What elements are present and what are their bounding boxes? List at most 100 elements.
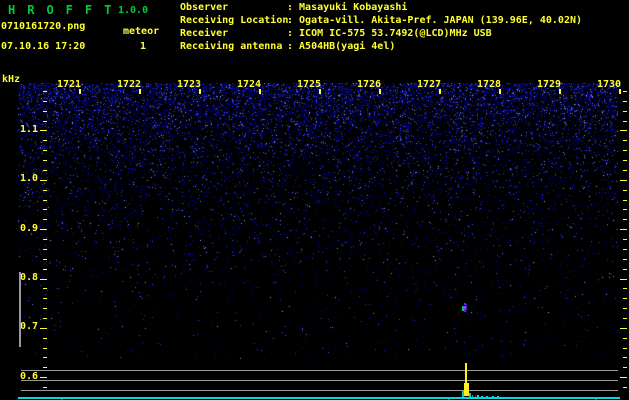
info-label: Receiving Location	[180, 15, 289, 26]
meteor-count: 1	[140, 41, 147, 52]
time-tick	[259, 89, 261, 94]
trace-bump	[486, 396, 488, 397]
freq-tick-right	[620, 130, 627, 131]
grid-line	[21, 380, 618, 381]
freq-tick	[43, 318, 47, 319]
time-label: 1728	[477, 79, 502, 90]
time-tick	[379, 89, 381, 94]
freq-tick	[43, 357, 47, 358]
info-row: Observer : Masayuki Kobayashi	[180, 3, 407, 13]
time-tick	[199, 89, 201, 94]
info-label: Observer	[180, 2, 229, 13]
freq-tick	[43, 121, 47, 122]
mode-label: meteor	[123, 26, 160, 37]
time-label: 1722	[117, 79, 142, 90]
freq-tick-right	[620, 279, 627, 280]
freq-tick-right	[623, 140, 627, 141]
freq-tick	[40, 328, 47, 329]
time-label: 1724	[237, 79, 262, 90]
freq-tick	[43, 288, 47, 289]
freq-tick-right	[623, 200, 627, 201]
freq-tick-right	[623, 209, 627, 210]
info-row: Receiver : ICOM IC-575 53.7492(@LCD)MHz U…	[180, 29, 492, 39]
freq-tick	[43, 348, 47, 349]
freq-label: 1.0	[19, 173, 38, 184]
signal-spike	[472, 395, 473, 397]
time-label: 1729	[537, 79, 562, 90]
freq-tick-right	[623, 91, 627, 92]
info-value: : ICOM IC-575 53.7492(@LCD)MHz USB	[287, 28, 492, 39]
time-label: 1727	[417, 79, 442, 90]
app-title: HROFFT	[8, 3, 124, 17]
freq-tick-right	[623, 298, 627, 299]
time-tick	[79, 89, 81, 94]
info-row: Receiving Location: Ogata-vill. Akita-Pr…	[180, 16, 582, 26]
freq-tick-right	[623, 288, 627, 289]
time-label: 1723	[177, 79, 202, 90]
signal-trace	[18, 397, 620, 399]
freq-tick-right	[623, 101, 627, 102]
time-tick	[559, 89, 561, 94]
info-row: Receiving antenna : A504HB(yagi 4el)	[180, 42, 395, 52]
freq-tick	[43, 101, 47, 102]
signal-spike	[462, 391, 464, 397]
freq-tick-right	[623, 357, 627, 358]
freq-tick	[43, 91, 47, 92]
hrofft-screen: HROFFT 1.0.0 0710161720.png meteor 07.10…	[0, 0, 629, 400]
datetime: 07.10.16 17:20	[1, 41, 86, 52]
freq-label: 0.9	[19, 223, 38, 234]
freq-tick-right	[623, 160, 627, 161]
freq-tick-right	[623, 170, 627, 171]
freq-tick-right	[623, 190, 627, 191]
freq-tick-right	[620, 377, 627, 378]
freq-tick-right	[623, 387, 627, 388]
grid-line	[21, 390, 618, 391]
scale-bar	[19, 272, 21, 347]
time-tick	[439, 89, 441, 94]
trace-bump	[497, 396, 499, 397]
freq-tick	[43, 269, 47, 270]
freq-tick-right	[623, 269, 627, 270]
freq-tick	[43, 308, 47, 309]
meteor-echo-pixel	[466, 310, 467, 312]
info-label: Receiving antenna	[180, 41, 283, 52]
time-tick	[499, 89, 501, 94]
freq-tick-right	[623, 111, 627, 112]
info-value: : A504HB(yagi 4el)	[287, 41, 396, 52]
freq-tick	[43, 150, 47, 151]
time-tick	[139, 89, 141, 94]
freq-tick	[40, 279, 47, 280]
grid-line	[21, 370, 618, 371]
freq-label: 1.1	[19, 124, 38, 135]
info-label: Receiver	[180, 28, 229, 39]
freq-tick	[43, 239, 47, 240]
trace-bump	[492, 396, 494, 397]
freq-tick-right	[623, 239, 627, 240]
freq-tick-right	[623, 308, 627, 309]
freq-tick	[43, 298, 47, 299]
time-label: 1726	[357, 79, 382, 90]
freq-tick-right	[620, 180, 627, 181]
time-tick	[619, 89, 621, 94]
filename: 0710161720.png	[1, 21, 86, 32]
freq-tick	[43, 249, 47, 250]
freq-tick-right	[620, 229, 627, 230]
signal-spike	[465, 363, 467, 383]
trace-bump	[477, 395, 479, 397]
trace-bump	[481, 396, 483, 397]
freq-tick	[43, 219, 47, 220]
freq-tick-right	[623, 348, 627, 349]
freq-tick-right	[623, 249, 627, 250]
info-value: : Masayuki Kobayashi	[287, 2, 408, 13]
freq-tick-right	[623, 150, 627, 151]
freq-tick	[43, 209, 47, 210]
time-label: 1725	[297, 79, 322, 90]
signal-spike	[475, 396, 476, 397]
info-value: : Ogata-vill. Akita-Pref. JAPAN (139.96E…	[287, 15, 583, 26]
freq-tick	[43, 111, 47, 112]
freq-tick	[43, 200, 47, 201]
freq-tick	[43, 140, 47, 141]
freq-tick	[43, 170, 47, 171]
freq-tick-right	[620, 328, 627, 329]
freq-tick	[43, 367, 47, 368]
